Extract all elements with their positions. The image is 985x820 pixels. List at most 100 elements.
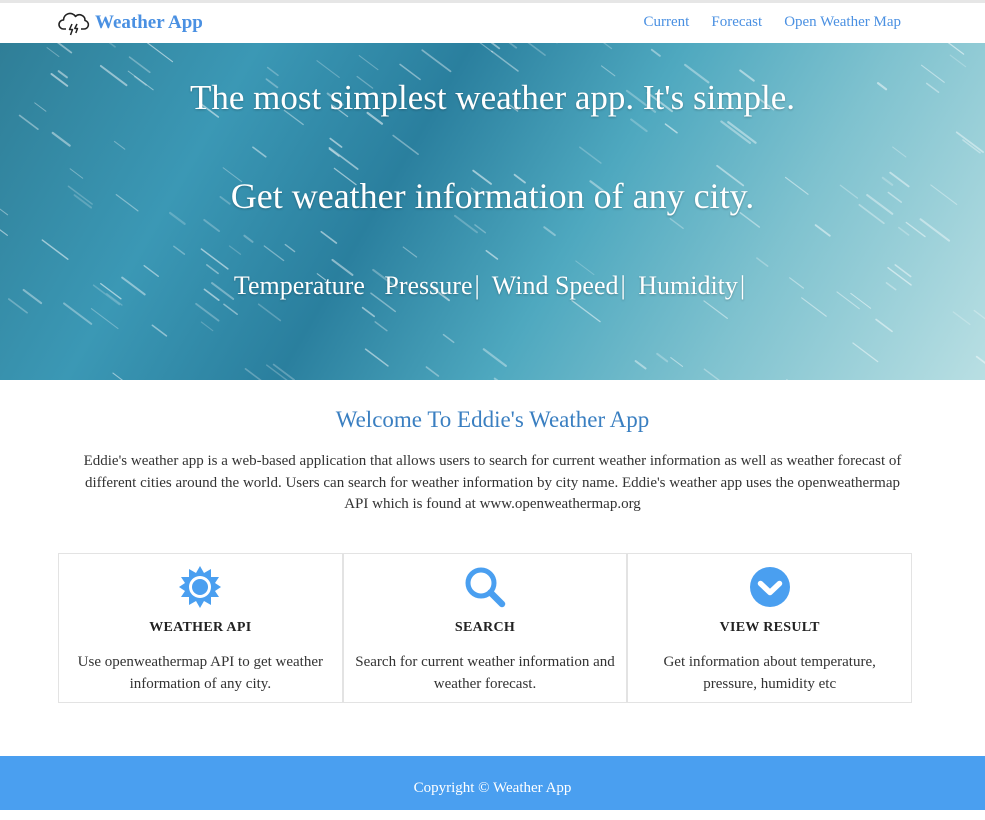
rain-streak [652,50,660,56]
rain-streak [152,325,166,336]
brand-link[interactable]: Weather App [58,8,203,38]
rain-streak [245,369,262,380]
rain-streak [113,373,123,380]
nav-link-current[interactable]: Current [644,14,690,31]
rain-streak [921,219,950,240]
rain-streak [950,55,965,67]
rain-streak [500,43,516,48]
card-view-result: VIEW RESULT Get information about temper… [628,554,911,702]
rain-streak [329,149,339,156]
rain-streak [9,299,27,313]
rain-streak [253,147,266,157]
rain-streak [963,140,980,153]
footer: Copyright © Weather App [0,756,985,810]
rain-streak [443,335,453,343]
chevron-circle-down-icon [748,565,792,609]
rain-streak [484,349,506,366]
rain-streak [853,343,878,362]
card-text: Use openweathermap API to get weather in… [69,652,332,695]
card-title: SEARCH [344,620,627,636]
nav-link-open-weather-map[interactable]: Open Weather Map [784,14,901,31]
rain-streak [91,309,118,329]
rain-streak [47,48,59,57]
welcome-description: Eddie's weather app is a web-based appli… [80,451,905,516]
feature-temperature: Temperature [234,271,365,300]
rain-streak [957,132,983,152]
rain-streak [59,71,67,77]
rain-streak [359,56,378,70]
rain-streak [974,311,985,332]
feature-humidity: Humidity [638,271,738,300]
rain-streak [426,367,438,376]
rain-streak [455,216,477,233]
rain-streak [321,232,336,243]
card-title: VIEW RESULT [628,620,911,636]
rain-streak [580,147,601,163]
rain-streak [876,319,892,331]
rain-streak [330,139,341,147]
rain-streak [422,50,450,71]
rain-streak [480,43,500,48]
rain-streak [375,322,387,331]
rain-streak [230,246,241,254]
rain-streak [403,247,416,257]
feature-separator: | [474,271,479,300]
nav-links: Current Forecast Open Weather Map [622,14,901,31]
nav-link-forecast[interactable]: Forecast [711,14,762,31]
rain-streak [938,43,963,54]
rain-streak [55,43,72,53]
search-icon [463,565,507,609]
card-text: Get information about temperature, press… [638,652,901,695]
rain-streak [636,361,646,368]
rain-streak [42,240,67,259]
rain-streak [953,312,970,324]
rain-streak [244,236,252,242]
card-search: SEARCH Search for current weather inform… [344,554,629,702]
feature-separator: | [740,271,745,300]
feature-wind-speed: Wind Speed [492,271,619,300]
navbar: Weather App Current Forecast Open Weathe… [0,3,985,44]
rain-streak [899,228,909,235]
rain-streak [527,43,545,55]
rain-streak [757,258,768,266]
rain-streak [259,304,281,320]
hero-subtitle: Get weather information of any city. [0,175,985,217]
rain-streak [285,245,294,252]
brand-name: Weather App [95,12,203,34]
rain-streak [728,122,755,143]
feature-pressure: Pressure [384,271,472,300]
rain-streak [977,357,985,376]
rain-streak [544,227,555,235]
storm-cloud-icon [58,10,90,36]
rain-streak [317,61,339,78]
rain-streak [204,220,219,231]
card-weather-api: WEATHER API Use openweathermap API to ge… [59,554,344,702]
hero-tagline: The most simplest weather app. It's simp… [0,78,985,118]
rain-streak [224,304,237,314]
rain-streak [670,219,683,229]
rain-streak [174,246,184,254]
rain-streak [479,43,493,52]
rain-streak [492,51,518,71]
card-title: WEATHER API [59,620,342,636]
rain-streak [721,121,750,142]
rain-streak [201,249,227,269]
rain-streak [816,225,830,236]
card-text: Search for current weather information a… [354,652,617,695]
rain-streak [64,303,91,323]
rain-streak [53,133,70,146]
rain-streak [495,379,503,380]
rain-streak [196,304,218,321]
rain-streak [145,43,173,62]
feature-cards: WEATHER API Use openweathermap API to ge… [58,553,912,703]
rain-streak [329,148,357,169]
hero-banner: The most simplest weather app. It's simp… [0,43,985,380]
rain-streak [268,68,278,76]
rain-streak [893,147,906,157]
rain-streak [0,216,7,235]
rain-streak [704,369,725,380]
rain-streak [631,119,646,131]
rain-streak [201,322,213,331]
rain-streak [657,354,667,362]
rain-streak [363,308,375,317]
